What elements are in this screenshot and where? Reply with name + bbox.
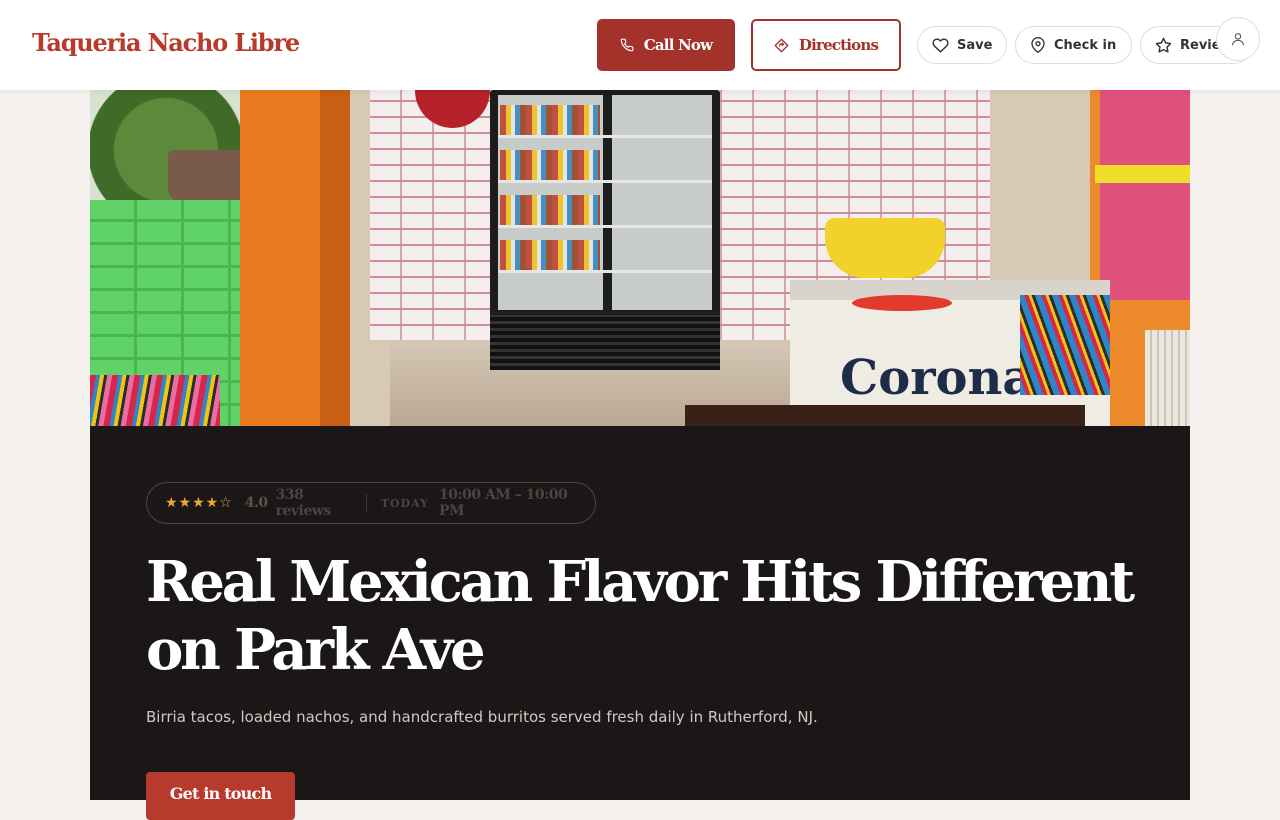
fridge-door-right [612, 95, 712, 310]
page-title: Real Mexican Flavor Hits Different on Pa… [146, 549, 1135, 683]
today-label: TODAY [380, 496, 429, 510]
red-plate [852, 295, 952, 311]
map-pin-icon [1030, 37, 1046, 53]
site-header: Taqueria Nacho Libre Call Now Directions… [0, 0, 1280, 90]
yellow-shelf [1095, 165, 1190, 183]
bottle-row [500, 240, 600, 270]
hours-value: 10:00 AM – 10:00 PM [438, 487, 568, 519]
call-now-button[interactable]: Call Now [597, 19, 735, 71]
rating-hours-pill: ★★★★☆ 4.0 338 reviews TODAY 10:00 AM – 1… [146, 482, 596, 524]
serape-cushion [90, 375, 220, 426]
star-icon [1155, 37, 1172, 54]
check-in-button[interactable]: Check in [1015, 26, 1132, 64]
fridge-shelf [498, 180, 712, 183]
check-in-label: Check in [1054, 37, 1117, 53]
fridge-grill [490, 315, 720, 370]
hero-photo: Corona [90, 90, 1190, 426]
rating-stars: ★★★★☆ [165, 495, 233, 511]
directions-icon [774, 38, 789, 53]
yellow-bowl [825, 218, 945, 278]
directions-button[interactable]: Directions [751, 19, 901, 71]
account-button[interactable] [1216, 17, 1260, 61]
corona-sign: Corona [840, 350, 1034, 406]
pillar-shadow [320, 90, 350, 426]
divider [365, 494, 367, 512]
serape-blanket [1020, 295, 1110, 395]
bottle-row [500, 105, 600, 135]
pink-wall [1100, 90, 1190, 300]
window-frame [1145, 330, 1190, 426]
heart-icon [932, 37, 949, 54]
bottle-row [500, 195, 600, 225]
phone-icon [620, 38, 634, 52]
save-button[interactable]: Save [917, 26, 1007, 64]
user-icon [1230, 31, 1246, 47]
subheadline: Birria tacos, loaded nachos, and handcra… [146, 708, 818, 726]
call-now-label: Call Now [643, 36, 713, 54]
directions-label: Directions [798, 36, 879, 54]
rating-value: 4.0 [244, 495, 268, 511]
hero-content: ★★★★☆ 4.0 338 reviews TODAY 10:00 AM – 1… [90, 426, 1190, 820]
brand-logo[interactable]: Taqueria Nacho Libre [32, 28, 300, 57]
save-label: Save [957, 37, 993, 53]
bottle-row [500, 150, 600, 180]
table-edge [685, 405, 1085, 426]
reviews-count[interactable]: 338 reviews [276, 487, 352, 519]
fridge-shelf [498, 135, 712, 138]
fridge-shelf [498, 225, 712, 228]
fridge-shelf [498, 270, 712, 273]
get-in-touch-button[interactable]: Get in touch [146, 772, 295, 820]
